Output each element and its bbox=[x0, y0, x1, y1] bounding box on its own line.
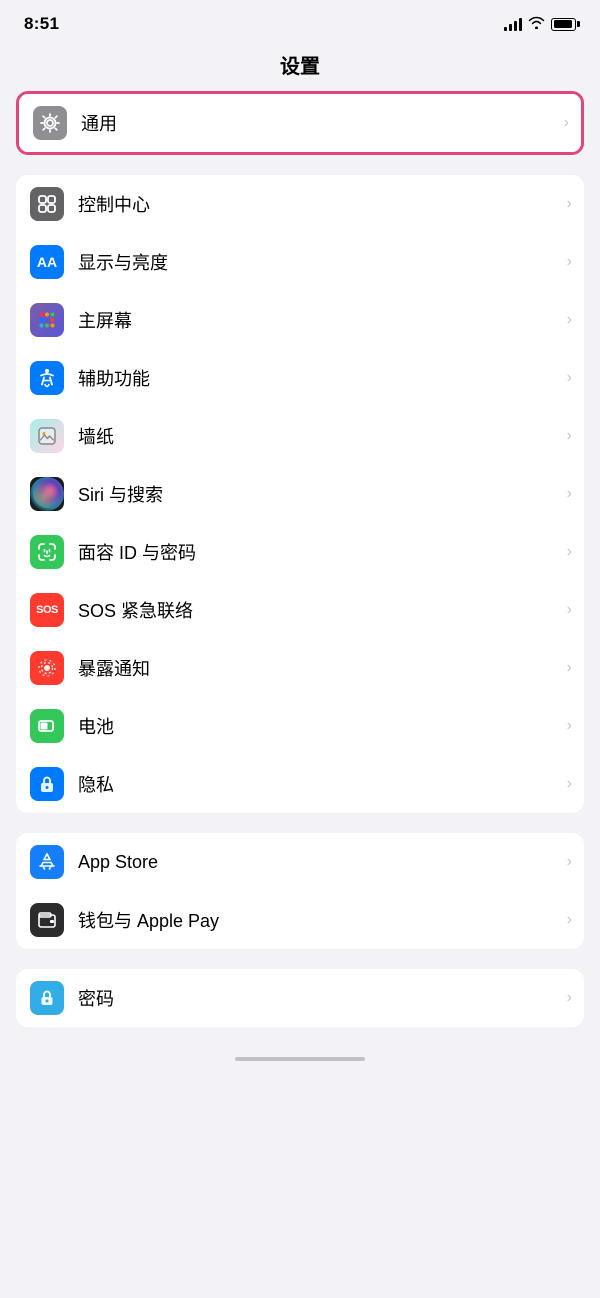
wallpaper-label: 墙纸 bbox=[78, 423, 561, 449]
wallpaper-chevron: › bbox=[567, 427, 572, 445]
wallet-chevron: › bbox=[567, 911, 572, 929]
settings-item-homescreen[interactable]: 主屏幕 › bbox=[16, 291, 584, 349]
signal-icon bbox=[504, 17, 522, 31]
settings-item-wallpaper[interactable]: 墙纸 › bbox=[16, 407, 584, 465]
faceid-label: 面容 ID 与密码 bbox=[78, 539, 561, 565]
settings-item-battery[interactable]: 电池 › bbox=[16, 697, 584, 755]
battery-label: 电池 bbox=[78, 713, 561, 739]
sos-chevron: › bbox=[567, 601, 572, 619]
appstore-chevron: › bbox=[567, 853, 572, 871]
wallet-icon bbox=[30, 903, 64, 937]
control-center-chevron: › bbox=[567, 195, 572, 213]
appstore-label: App Store bbox=[78, 852, 561, 873]
passwords-icon bbox=[30, 981, 64, 1015]
passwords-section: 密码 › bbox=[16, 969, 584, 1027]
settings-item-faceid[interactable]: 面容 ID 与密码 › bbox=[16, 523, 584, 581]
control-center-icon bbox=[30, 187, 64, 221]
faceid-chevron: › bbox=[567, 543, 572, 561]
store-section: App Store › 钱包与 Apple Pay › bbox=[16, 833, 584, 949]
settings-item-wallet[interactable]: 钱包与 Apple Pay › bbox=[16, 891, 584, 949]
display-chevron: › bbox=[567, 253, 572, 271]
passwords-chevron: › bbox=[567, 989, 572, 1007]
general-icon bbox=[33, 106, 67, 140]
faceid-icon bbox=[30, 535, 64, 569]
wifi-icon bbox=[528, 16, 545, 32]
status-time: 8:51 bbox=[24, 14, 59, 34]
accessibility-icon bbox=[30, 361, 64, 395]
sos-label: SOS 紧急联络 bbox=[78, 597, 561, 623]
homescreen-chevron: › bbox=[567, 311, 572, 329]
display-icon: AA bbox=[30, 245, 64, 279]
general-section: 通用 › bbox=[16, 91, 584, 155]
settings-item-appstore[interactable]: App Store › bbox=[16, 833, 584, 891]
status-bar: 8:51 bbox=[0, 0, 600, 42]
sos-icon: SOS bbox=[30, 593, 64, 627]
homescreen-label: 主屏幕 bbox=[78, 307, 561, 333]
exposure-icon bbox=[30, 651, 64, 685]
battery-icon bbox=[551, 18, 576, 31]
siri-chevron: › bbox=[567, 485, 572, 503]
exposure-label: 暴露通知 bbox=[78, 655, 561, 681]
siri-icon bbox=[30, 477, 64, 511]
general-label: 通用 bbox=[81, 110, 558, 136]
settings-item-privacy[interactable]: 隐私 › bbox=[16, 755, 584, 813]
home-bar bbox=[235, 1057, 365, 1061]
privacy-chevron: › bbox=[567, 775, 572, 793]
control-center-label: 控制中心 bbox=[78, 191, 561, 217]
battery-settings-icon bbox=[30, 709, 64, 743]
settings-item-general[interactable]: 通用 › bbox=[19, 94, 581, 152]
settings-item-siri[interactable]: Siri 与搜索 › bbox=[16, 465, 584, 523]
status-icons bbox=[504, 16, 576, 32]
settings-item-control-center[interactable]: 控制中心 › bbox=[16, 175, 584, 233]
display-label: 显示与亮度 bbox=[78, 249, 561, 275]
wallet-label: 钱包与 Apple Pay bbox=[78, 907, 561, 933]
homescreen-icon bbox=[30, 303, 64, 337]
battery-chevron: › bbox=[567, 717, 572, 735]
siri-label: Siri 与搜索 bbox=[78, 481, 561, 507]
page-title: 设置 bbox=[0, 42, 600, 91]
accessibility-label: 辅助功能 bbox=[78, 365, 561, 391]
settings-item-sos[interactable]: SOS SOS 紧急联络 › bbox=[16, 581, 584, 639]
settings-item-display[interactable]: AA 显示与亮度 › bbox=[16, 233, 584, 291]
settings-item-accessibility[interactable]: 辅助功能 › bbox=[16, 349, 584, 407]
appstore-icon bbox=[30, 845, 64, 879]
wallpaper-icon bbox=[30, 419, 64, 453]
settings-item-passwords[interactable]: 密码 › bbox=[16, 969, 584, 1027]
privacy-icon bbox=[30, 767, 64, 801]
privacy-label: 隐私 bbox=[78, 771, 561, 797]
exposure-chevron: › bbox=[567, 659, 572, 677]
home-indicator bbox=[0, 1047, 600, 1067]
accessibility-chevron: › bbox=[567, 369, 572, 387]
settings-item-exposure[interactable]: 暴露通知 › bbox=[16, 639, 584, 697]
main-section: 控制中心 › AA 显示与亮度 › 主屏幕 › bbox=[16, 175, 584, 813]
general-chevron: › bbox=[564, 114, 569, 132]
passwords-label: 密码 bbox=[78, 985, 561, 1011]
